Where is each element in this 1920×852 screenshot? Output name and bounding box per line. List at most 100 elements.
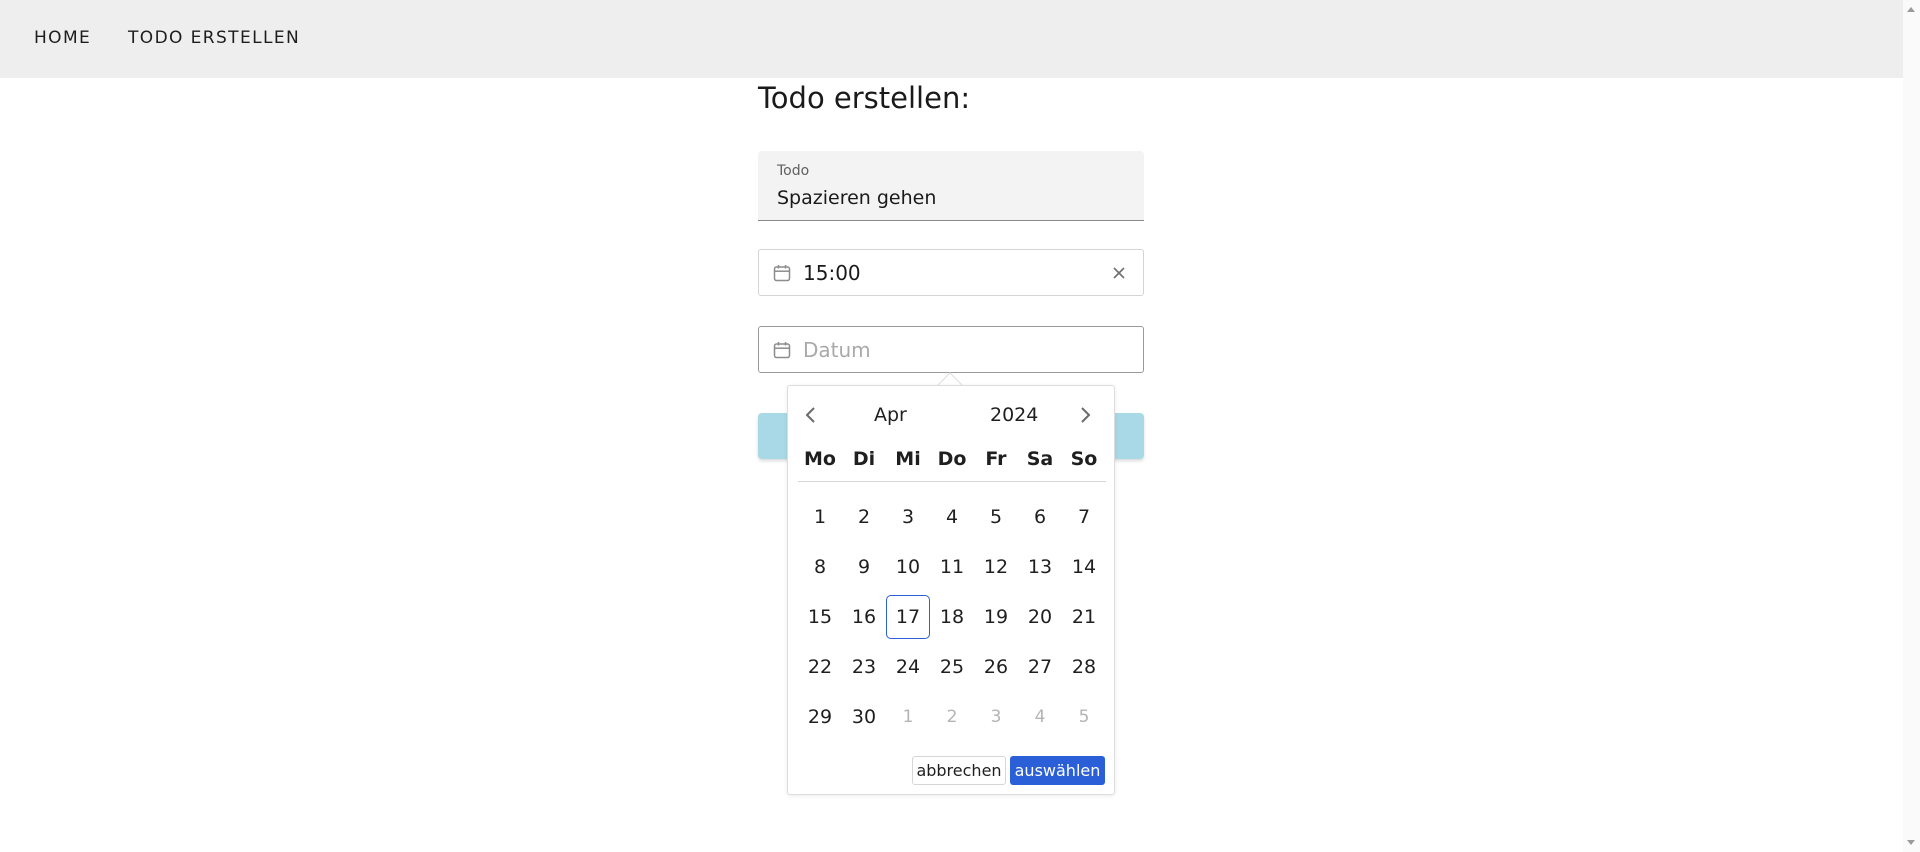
day-number: 20	[1027, 606, 1053, 628]
weekday-label: Mi	[895, 448, 921, 470]
today-day-cell[interactable]: 17	[886, 592, 930, 642]
datepicker-month[interactable]: Apr	[874, 404, 907, 426]
day-number: 11	[939, 556, 965, 578]
day-cell[interactable]: 27	[1018, 642, 1062, 692]
top-navigation-bar: HOME TODO ERSTELLEN	[0, 0, 1903, 78]
day-cell[interactable]: 5	[974, 492, 1018, 542]
date-input-field[interactable]: Datum	[758, 326, 1144, 373]
day-cell[interactable]: 12	[974, 542, 1018, 592]
close-icon[interactable]	[1110, 264, 1128, 282]
day-cell[interactable]: 14	[1062, 542, 1106, 592]
day-number: 18	[939, 606, 965, 628]
todo-input-field[interactable]: Todo Spazieren gehen	[758, 151, 1144, 221]
select-button[interactable]: auswählen	[1010, 756, 1105, 785]
day-cell[interactable]: 16	[842, 592, 886, 642]
day-cell[interactable]: 18	[930, 592, 974, 642]
day-cell[interactable]: 2	[842, 492, 886, 542]
day-cell[interactable]: 21	[1062, 592, 1106, 642]
day-number: 26	[983, 656, 1009, 678]
day-number: 3	[990, 707, 1002, 727]
datepicker-weekday-header: Mo Di Mi Do Fr Sa So	[798, 448, 1106, 482]
weekday-label: So	[1070, 448, 1098, 470]
day-cell[interactable]: 7	[1062, 492, 1106, 542]
datepicker-day-grid: 1 2 3 4 5 6 7 8 9 10 11 12 13 14 15 16 17 18 19 20 21 22 23 24 2…	[798, 492, 1106, 742]
day-cell[interactable]: 8	[798, 542, 842, 592]
next-month-day-cell[interactable]: 1	[886, 692, 930, 742]
day-number: 27	[1027, 656, 1053, 678]
calendar-icon	[773, 342, 791, 359]
weekday-label: Mo	[804, 448, 836, 470]
day-number: 4	[945, 506, 959, 528]
page-title: Todo erstellen:	[758, 81, 971, 115]
chevron-left-icon[interactable]	[804, 406, 818, 424]
scroll-down-arrow-icon[interactable]	[1907, 840, 1915, 845]
day-cell[interactable]: 28	[1062, 642, 1106, 692]
day-number: 22	[807, 656, 833, 678]
next-month-day-cell[interactable]: 5	[1062, 692, 1106, 742]
weekday-label: Fr	[985, 448, 1007, 470]
day-cell[interactable]: 20	[1018, 592, 1062, 642]
day-cell[interactable]: 26	[974, 642, 1018, 692]
day-cell[interactable]: 11	[930, 542, 974, 592]
day-cell[interactable]: 15	[798, 592, 842, 642]
day-number: 2	[946, 707, 958, 727]
day-number: 29	[807, 706, 833, 728]
chevron-right-icon[interactable]	[1078, 406, 1092, 424]
nav-home-link[interactable]: HOME	[34, 28, 91, 48]
scroll-up-arrow-icon[interactable]	[1907, 7, 1915, 12]
datepicker-year[interactable]: 2024	[990, 404, 1038, 426]
day-number: 7	[1077, 506, 1091, 528]
datepicker-popup: Apr 2024 Mo Di Mi Do Fr Sa So 1 2 3 4 5 6 7 8 9 10 11 12 1…	[787, 385, 1115, 795]
day-cell[interactable]: 19	[974, 592, 1018, 642]
weekday-label: Sa	[1026, 448, 1054, 470]
day-number: 15	[807, 606, 833, 628]
next-month-day-cell[interactable]: 3	[974, 692, 1018, 742]
day-number: 19	[983, 606, 1009, 628]
day-number: 16	[851, 606, 877, 628]
day-number: 4	[1034, 707, 1046, 727]
day-cell[interactable]: 25	[930, 642, 974, 692]
day-cell[interactable]: 1	[798, 492, 842, 542]
day-number: 17	[886, 595, 930, 639]
day-number: 5	[989, 506, 1003, 528]
day-number: 1	[813, 506, 827, 528]
page-scrollbar[interactable]	[1903, 0, 1920, 852]
time-input-value[interactable]: 15:00	[803, 261, 861, 285]
day-number: 1	[902, 707, 914, 727]
day-number: 9	[857, 556, 871, 578]
day-cell[interactable]: 6	[1018, 492, 1062, 542]
day-number: 10	[895, 556, 921, 578]
day-cell[interactable]: 9	[842, 542, 886, 592]
day-number: 3	[901, 506, 915, 528]
day-number: 5	[1078, 707, 1090, 727]
day-cell[interactable]: 3	[886, 492, 930, 542]
day-number: 28	[1071, 656, 1097, 678]
day-number: 21	[1071, 606, 1097, 628]
weekday-label: Do	[937, 448, 967, 470]
todo-input-label: Todo	[777, 163, 810, 179]
day-number: 30	[851, 706, 877, 728]
day-number: 25	[939, 656, 965, 678]
day-cell[interactable]: 24	[886, 642, 930, 692]
calendar-icon	[773, 265, 791, 282]
nav-create-todo-link[interactable]: TODO ERSTELLEN	[128, 28, 300, 48]
time-input-field[interactable]: 15:00	[758, 249, 1144, 296]
day-number: 6	[1033, 506, 1047, 528]
day-number: 14	[1071, 556, 1097, 578]
next-month-day-cell[interactable]: 4	[1018, 692, 1062, 742]
day-cell[interactable]: 22	[798, 642, 842, 692]
day-cell[interactable]: 10	[886, 542, 930, 592]
cancel-button[interactable]: abbrechen	[912, 756, 1006, 785]
next-month-day-cell[interactable]: 2	[930, 692, 974, 742]
date-input-placeholder[interactable]: Datum	[803, 338, 871, 362]
day-number: 13	[1027, 556, 1053, 578]
day-cell[interactable]: 29	[798, 692, 842, 742]
day-number: 8	[813, 556, 827, 578]
day-number: 24	[895, 656, 921, 678]
day-number: 23	[851, 656, 877, 678]
todo-input-value[interactable]: Spazieren gehen	[777, 187, 936, 209]
day-cell[interactable]: 23	[842, 642, 886, 692]
day-cell[interactable]: 13	[1018, 542, 1062, 592]
day-cell[interactable]: 4	[930, 492, 974, 542]
day-cell[interactable]: 30	[842, 692, 886, 742]
